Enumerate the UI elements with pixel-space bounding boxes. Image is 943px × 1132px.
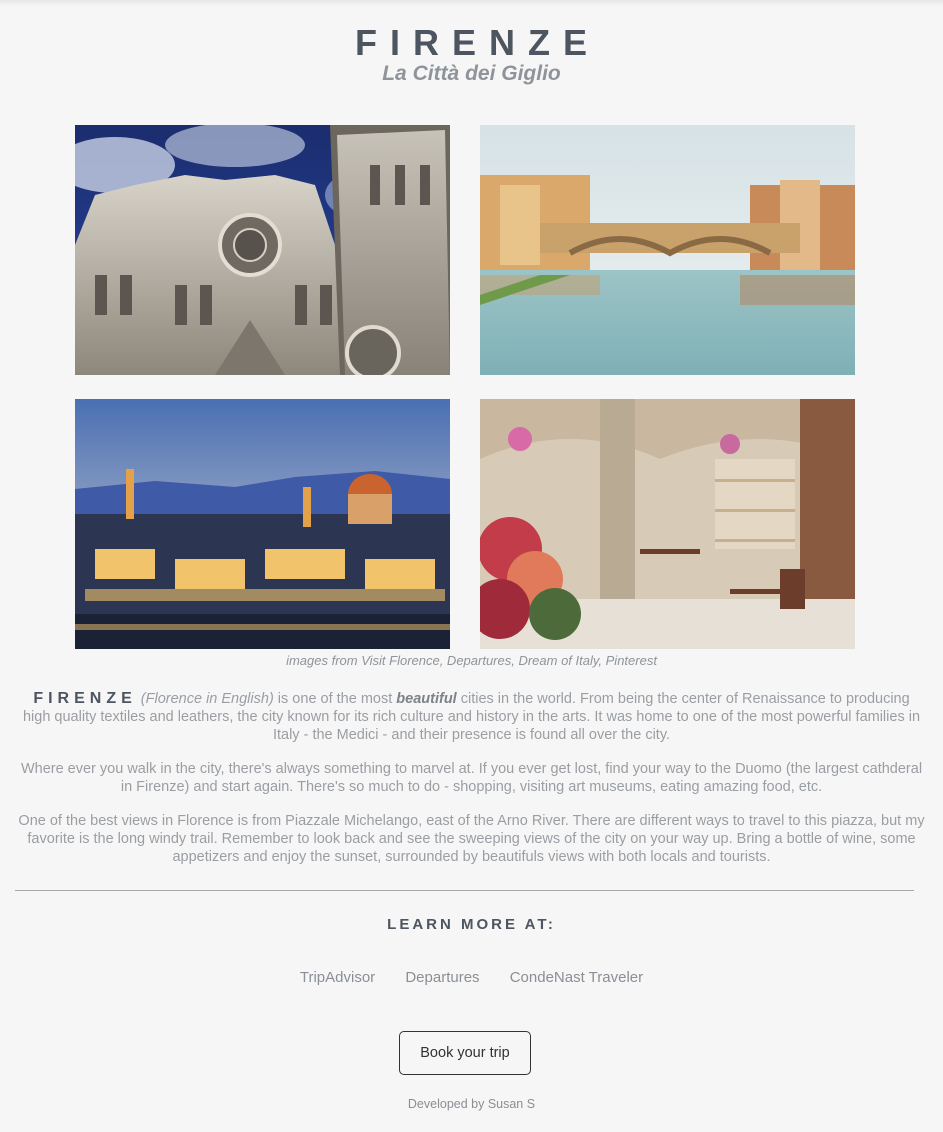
link-condenast-traveler[interactable]: CondeNast Traveler [510,969,643,986]
photo-gallery [75,125,855,649]
intro-emphasis: beautiful [396,691,457,707]
book-trip-button[interactable]: Book your trip [399,1031,531,1075]
link-tripadvisor[interactable]: TripAdvisor [300,969,375,986]
paragraph-duomo: Where ever you walk in the city, there's… [20,761,923,795]
intro-translation: (Florence in English) [140,691,274,707]
photo-ponte-vecchio [480,125,855,375]
link-departures[interactable]: Departures [405,969,479,986]
page-title: FIRENZE [354,22,600,63]
intro-keyword: FIRENZE [33,690,137,707]
resource-links: TripAdvisor Departures CondeNast Travele… [0,969,943,986]
intro-text-a: is one of the most [273,691,397,707]
top-shadow [0,0,943,6]
section-divider [15,890,914,891]
photo-city-skyline [75,399,450,649]
photo-duomo-facade [75,125,450,375]
intro-paragraph: FIRENZE (Florence in English) is one of … [18,690,925,744]
article-body: FIRENZE (Florence in English) is one of … [18,690,925,882]
footer-credit: Developed by Susan S [407,1097,536,1111]
learn-more-heading: LEARN MORE AT: [387,916,556,933]
page-subtitle: La Città dei Giglio [382,62,561,85]
image-credit: images from Visit Florence, Departures, … [286,653,657,668]
photo-cafe-interior [480,399,855,649]
paragraph-piazzale: One of the best views in Florence is fro… [18,813,925,865]
page-header: FIRENZE La Città dei Giglio [0,0,943,101]
